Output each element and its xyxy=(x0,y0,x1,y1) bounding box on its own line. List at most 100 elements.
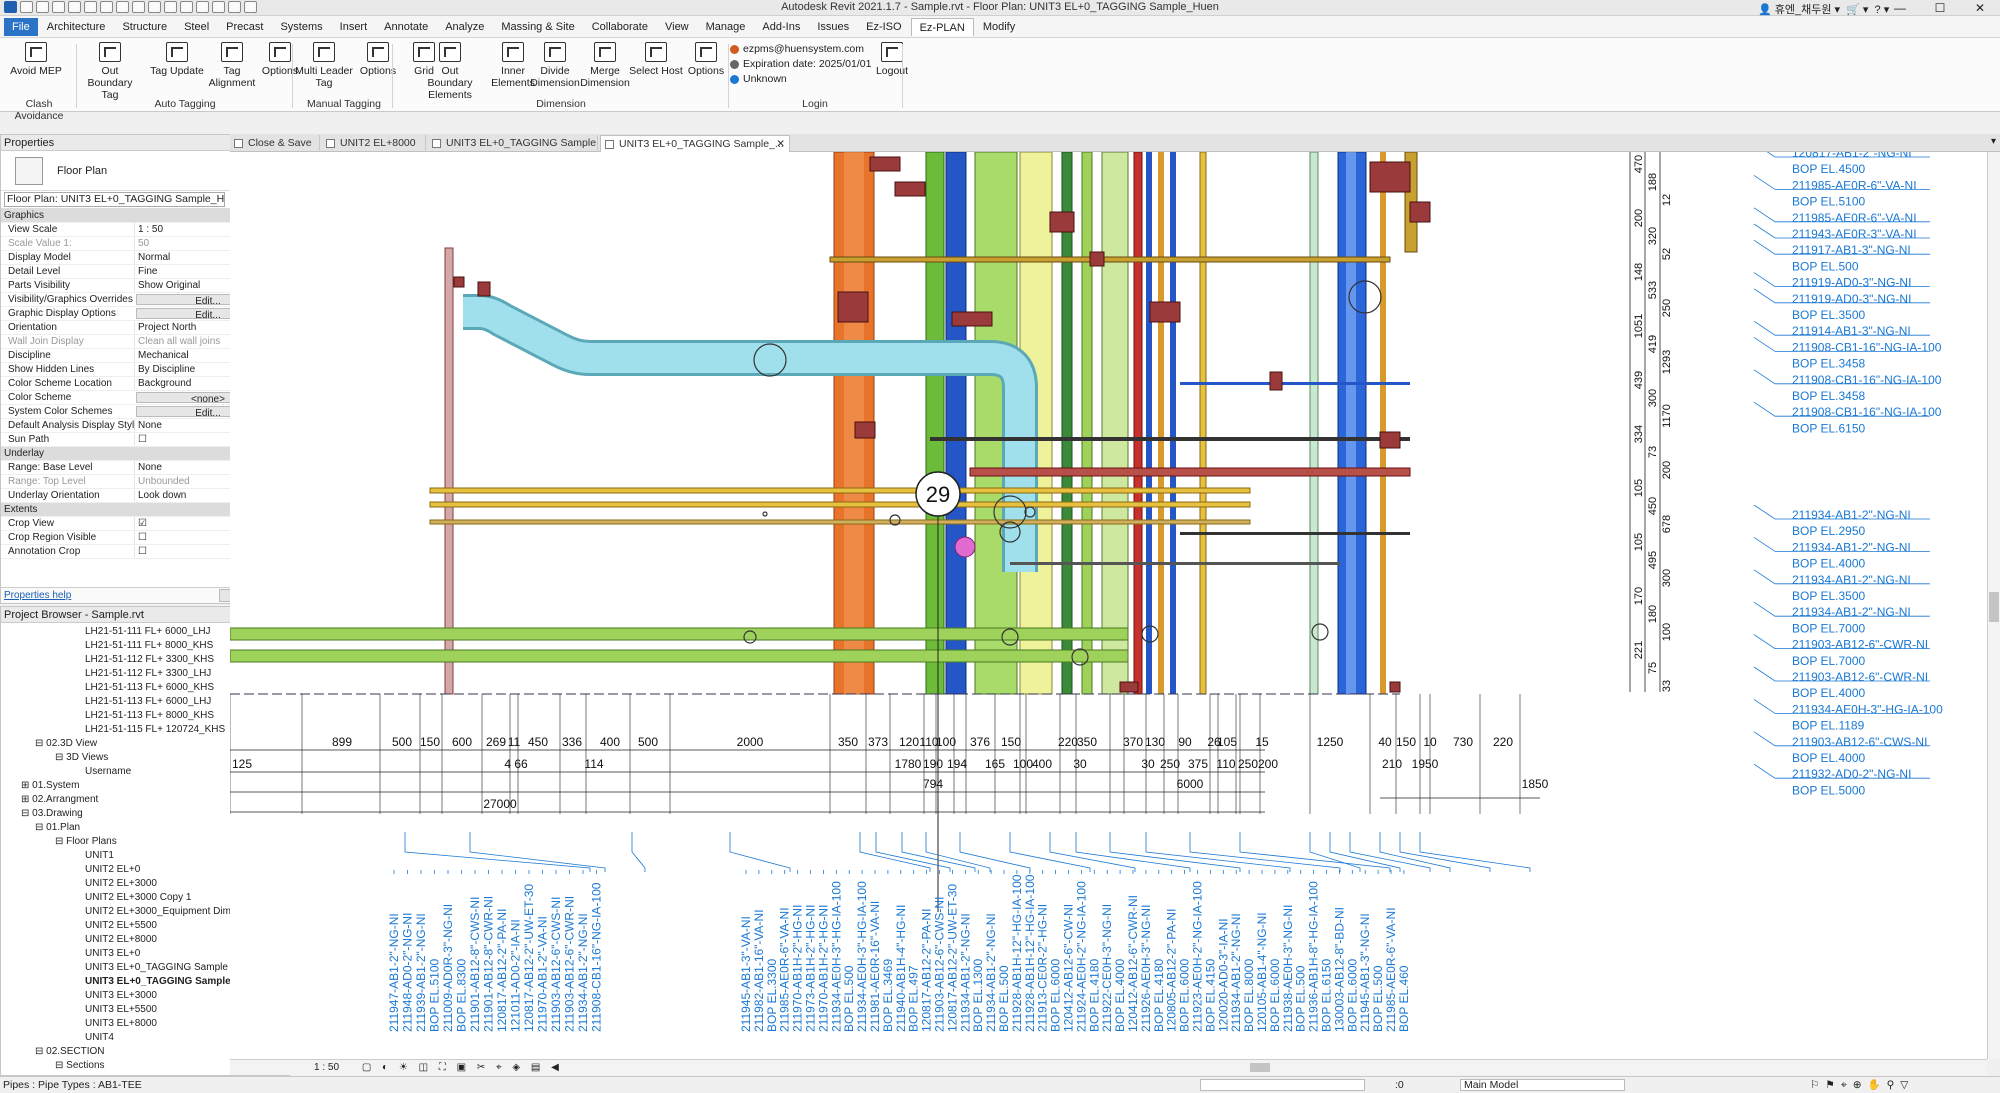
pipe-tag[interactable]: 211919-AD0-3"-NG-NI xyxy=(1792,292,1911,306)
dimension-label[interactable]: 150 xyxy=(1396,735,1416,749)
pipe-tag[interactable]: 120817-AB12-2"-UW-ET-30 xyxy=(522,884,536,1032)
dimension-label[interactable]: 500 xyxy=(392,735,412,749)
pipe-tag[interactable]: 211938-AE0H-3"-NG-NI xyxy=(1281,905,1295,1032)
pipe-tag[interactable]: 211924-AE0H-2"-NG-IA-100 xyxy=(1074,881,1088,1032)
dimension-label[interactable]: 899 xyxy=(332,735,352,749)
menu-tab-architecture[interactable]: Architecture xyxy=(39,18,114,36)
pipe-tag[interactable]: BOP EL.3469 xyxy=(881,959,895,1032)
pipe-tag[interactable]: 211903-AB12-6"-CWR-NI xyxy=(1792,638,1928,652)
pipe-tag[interactable]: 211903-AB12-6"-CWS-NI xyxy=(1792,735,1927,749)
dimension-label[interactable]: 250 xyxy=(1661,299,1673,317)
pipe-tag[interactable]: 211973-AB1H-2"-HG-NI xyxy=(804,905,818,1032)
pipe-tag[interactable]: 211970-AB1H-2"-HG-NI xyxy=(816,905,830,1032)
pipe-tag[interactable]: BOP EL.4180 xyxy=(1087,959,1101,1032)
dimension-label[interactable]: 1950 xyxy=(1412,757,1439,771)
pipe-tag[interactable]: 211908-CB1-16"-NG-IA-100 xyxy=(1792,405,1942,419)
pipe-tag[interactable]: 211934-AB1-2"-NG-NI xyxy=(576,913,590,1032)
dimension-label[interactable]: 6000 xyxy=(1177,777,1204,791)
dimension-label[interactable]: 30 xyxy=(1073,757,1087,771)
pipe-tag[interactable]: BOP EL.6150 xyxy=(1792,421,1865,435)
view-tab[interactable]: Close & Save xyxy=(230,135,320,152)
dimension-label[interactable]: 678 xyxy=(1661,515,1673,533)
dimension-label[interactable]: 73 xyxy=(1647,446,1659,458)
dimension-label[interactable]: 180 xyxy=(1647,605,1659,623)
dimension-label[interactable]: 375 xyxy=(1188,757,1208,771)
pipe-tag[interactable]: 120105-AB1-4"-NG-NI xyxy=(1255,912,1269,1032)
pipe-tag[interactable]: 120412-AB12-6"-CWR-NI xyxy=(1126,895,1140,1032)
dimension-label[interactable]: 40 xyxy=(1378,735,1392,749)
pipe-tag[interactable]: 211985-AE0R-6"-VA-NI xyxy=(1792,211,1917,225)
menu-tab-steel[interactable]: Steel xyxy=(176,18,217,36)
multi-leader-tag-button[interactable]: Multi Leader Tag xyxy=(294,42,354,89)
pipe-tag[interactable]: 211945-AB1-3"-VA-NI xyxy=(739,916,753,1032)
dimension-label[interactable]: 400 xyxy=(600,735,620,749)
menu-tab-collaborate[interactable]: Collaborate xyxy=(584,18,656,36)
dimension-label[interactable]: 130 xyxy=(1145,735,1165,749)
pipe-tag[interactable]: BOP EL.500 xyxy=(1294,965,1308,1032)
dimension-label[interactable]: 334 xyxy=(1633,425,1645,443)
dimension-label[interactable]: 320 xyxy=(1647,227,1659,245)
pipe-tag[interactable]: 211919-AD0-3"-NG-NI xyxy=(1792,276,1911,290)
pipe-tag[interactable]: 211917-AB1-3"-NG-NI xyxy=(1792,243,1911,257)
pipe-tag[interactable]: 211009-AD0R-3"-NG-NI xyxy=(441,904,455,1032)
dimension-label[interactable]: 370 xyxy=(1123,735,1143,749)
dimension-label[interactable]: 100 xyxy=(1661,623,1673,641)
view-tab[interactable]: UNIT2 EL+8000 xyxy=(322,135,426,152)
view-scale[interactable]: 1 : 50 xyxy=(314,1062,339,1073)
pipe-tag[interactable]: BOP EL.2950 xyxy=(1792,524,1865,538)
dimension-label[interactable]: 1780 xyxy=(895,757,922,771)
dimension-label[interactable]: 105 xyxy=(1633,533,1645,551)
menu-tab-modify[interactable]: Modify xyxy=(975,18,1023,36)
pipe-tag[interactable]: 211908-CB1-16"-NG-IA-100 xyxy=(1792,373,1942,387)
dimension-label[interactable]: 376 xyxy=(970,735,990,749)
pipe-tag[interactable]: 211985-AE0R-6"-VA-NI xyxy=(1384,907,1398,1032)
dimension-label[interactable]: 533 xyxy=(1647,281,1659,299)
pipe-tag[interactable]: BOP EL.4000 xyxy=(1113,959,1127,1032)
pipe-tag[interactable]: 211934-AB1-2"-NG-NI xyxy=(958,913,972,1032)
pipe-tag[interactable]: BOP EL.7000 xyxy=(1792,621,1865,635)
menu-tab-precast[interactable]: Precast xyxy=(218,18,271,36)
dimension-label[interactable]: 125 xyxy=(232,757,252,771)
pipe-tag[interactable]: BOP EL.1189 xyxy=(1792,719,1865,733)
dimension-label[interactable]: 373 xyxy=(868,735,888,749)
pipe-tag[interactable]: 211939-AB1-2"-NG-NI xyxy=(414,913,428,1032)
dimension-label[interactable]: 350 xyxy=(838,735,858,749)
dimension-label[interactable]: 120 xyxy=(899,735,919,749)
pipe-tag[interactable]: 211940-AB1H-4"-HG-NI xyxy=(894,905,908,1032)
dimension-label[interactable]: 400 xyxy=(1032,757,1052,771)
out-boundary-tag-button[interactable]: Out Boundary Tag xyxy=(80,42,140,101)
pipe-tag[interactable]: 120817-AB12-2"-UW-ET-30 xyxy=(945,884,959,1032)
menu-tab-view[interactable]: View xyxy=(657,18,697,36)
pipe-tag[interactable]: 211926-AE0H-3"-NG-NI xyxy=(1139,905,1153,1032)
tabs-menu-icon[interactable]: ▾ xyxy=(1991,136,1996,147)
pipe-tag[interactable]: BOP EL.4150 xyxy=(1203,959,1217,1032)
pipe-tag[interactable]: 211922-CE0H-3"-NG-NI xyxy=(1100,904,1114,1032)
pipe-tag[interactable]: 211934-AB1-2"-NG-NI xyxy=(1792,605,1911,619)
pipe-tag[interactable]: BOP EL.4000 xyxy=(1792,751,1865,765)
dimension-label[interactable]: 250 xyxy=(1160,757,1180,771)
dimension-label[interactable]: 114 xyxy=(584,757,603,771)
pipe-tag[interactable]: BOP EL.3300 xyxy=(765,959,779,1032)
user-name[interactable]: 👤 휴엔_채두원 ▾ 🛒 ▾ ? ▾ xyxy=(1758,1,1889,17)
pipe-tag[interactable]: 120020-AD0-3"-IA-NI xyxy=(1216,918,1230,1032)
avoid-mep-button[interactable]: Avoid MEP xyxy=(6,42,66,77)
menu-tab-insert[interactable]: Insert xyxy=(332,18,376,36)
pipe-tag[interactable]: 120805-AB12-2"-PA-NI xyxy=(1165,909,1179,1032)
pipe-tag[interactable]: BOP EL.500 xyxy=(997,965,1011,1032)
pipe-tag[interactable]: BOP EL.3458 xyxy=(1792,389,1865,403)
pipe-tag[interactable]: 211985-AE0R-6"-VA-NI xyxy=(1792,178,1917,192)
dimension-label[interactable]: 15 xyxy=(1255,735,1269,749)
pipe-tag[interactable]: 211982-AB1-16"-VA-NI xyxy=(752,909,766,1032)
view-tab[interactable]: UNIT3 EL+0_TAGGING Sample xyxy=(428,135,598,152)
dimension-label[interactable]: 4 66 xyxy=(504,757,528,771)
pipe-tag[interactable]: 211903-AB12-6"-CWR-NI xyxy=(563,896,577,1032)
pipe-tag[interactable]: 211948-AD0-2"-NG-NI xyxy=(401,913,415,1032)
dimension-label[interactable]: 600 xyxy=(452,735,472,749)
pipe-tag[interactable]: 121011-AD0-2"-IA-NI xyxy=(509,919,523,1032)
dimension-label[interactable]: 150 xyxy=(1001,735,1021,749)
design-option-dropdown[interactable]: Main Model xyxy=(1460,1079,1625,1091)
dimension-label[interactable]: 30 xyxy=(1141,757,1155,771)
pipe-tag[interactable]: BOP EL.6000 xyxy=(1268,959,1282,1032)
dimension-label[interactable]: 12 xyxy=(1661,194,1673,206)
pipe-tag[interactable]: BOP EL.500 xyxy=(1792,259,1859,273)
